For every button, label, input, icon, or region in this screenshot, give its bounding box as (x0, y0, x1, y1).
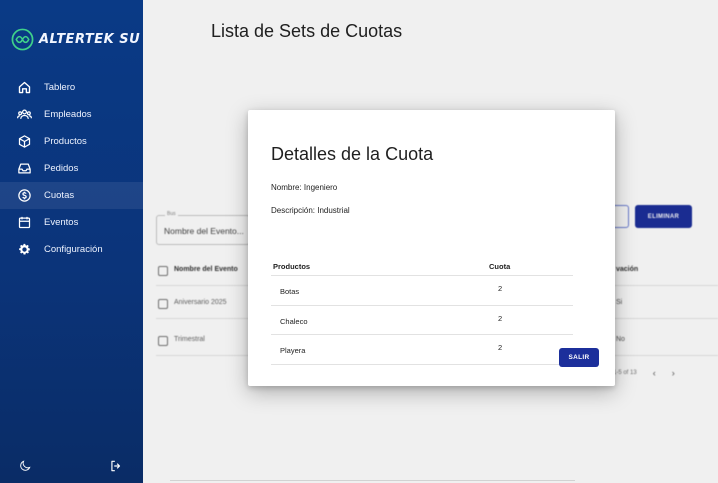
money-icon (18, 189, 31, 202)
sidebar-item-configuracion[interactable]: Configuración (0, 236, 143, 263)
table-row: Botas 2 (271, 276, 573, 306)
sidebar: ALTERTEK SU Tablero Empleados Productos … (0, 0, 143, 483)
product-quota: 2 (498, 343, 503, 352)
sidebar-item-label: Tablero (44, 82, 76, 93)
product-quota: 2 (498, 313, 503, 323)
product-quota: 2 (498, 284, 503, 293)
box-icon (18, 135, 31, 148)
sidebar-item-tablero[interactable]: Tablero (0, 74, 143, 101)
calendar-icon (18, 216, 31, 229)
sidebar-footer (0, 453, 143, 483)
column-quota: Cuota (489, 262, 511, 271)
sidebar-item-label: Configuración (44, 244, 103, 255)
product-name: Botas (280, 287, 300, 296)
users-icon (17, 109, 32, 119)
product-name: Playera (280, 346, 306, 355)
products-table: Productos Cuota Botas 2 Chaleco 2 Player… (271, 256, 573, 365)
quota-details-dialog: Detalles de la Cuota Nombre: Ingeniero D… (248, 110, 615, 386)
logo: ALTERTEK SU (11, 28, 140, 51)
moon-icon[interactable] (18, 459, 32, 473)
table-row: Playera 2 (271, 335, 573, 365)
sidebar-nav: Tablero Empleados Productos Pedidos Cuot… (0, 74, 143, 263)
inbox-icon (18, 163, 31, 174)
sidebar-item-eventos[interactable]: Eventos (0, 209, 143, 236)
exit-button[interactable]: SALIR (559, 348, 599, 367)
sidebar-item-label: Pedidos (44, 163, 79, 174)
sidebar-item-label: Cuotas (44, 190, 75, 201)
dialog-title: Detalles de la Cuota (271, 144, 434, 164)
products-table-header: Productos Cuota (271, 256, 573, 276)
sidebar-item-cuotas[interactable]: Cuotas (0, 182, 143, 209)
sidebar-item-empleados[interactable]: Empleados (0, 101, 143, 128)
logo-icon (11, 28, 34, 51)
sidebar-item-label: Eventos (44, 217, 79, 228)
table-row: Chaleco 2 (271, 306, 573, 335)
sidebar-item-productos[interactable]: Productos (0, 128, 143, 155)
sidebar-item-pedidos[interactable]: Pedidos (0, 155, 143, 182)
logout-icon[interactable] (109, 459, 123, 473)
product-name: Chaleco (280, 316, 308, 326)
sidebar-item-label: Productos (44, 136, 87, 147)
sidebar-item-label: Empleados (44, 109, 92, 120)
logo-text: ALTERTEK SU (39, 32, 141, 47)
quota-name: Nombre: Ingeniero (271, 183, 338, 192)
quota-description: Descripción: Industrial (271, 206, 350, 215)
column-products: Productos (273, 262, 311, 271)
home-icon (18, 81, 31, 94)
gear-icon (19, 243, 30, 255)
